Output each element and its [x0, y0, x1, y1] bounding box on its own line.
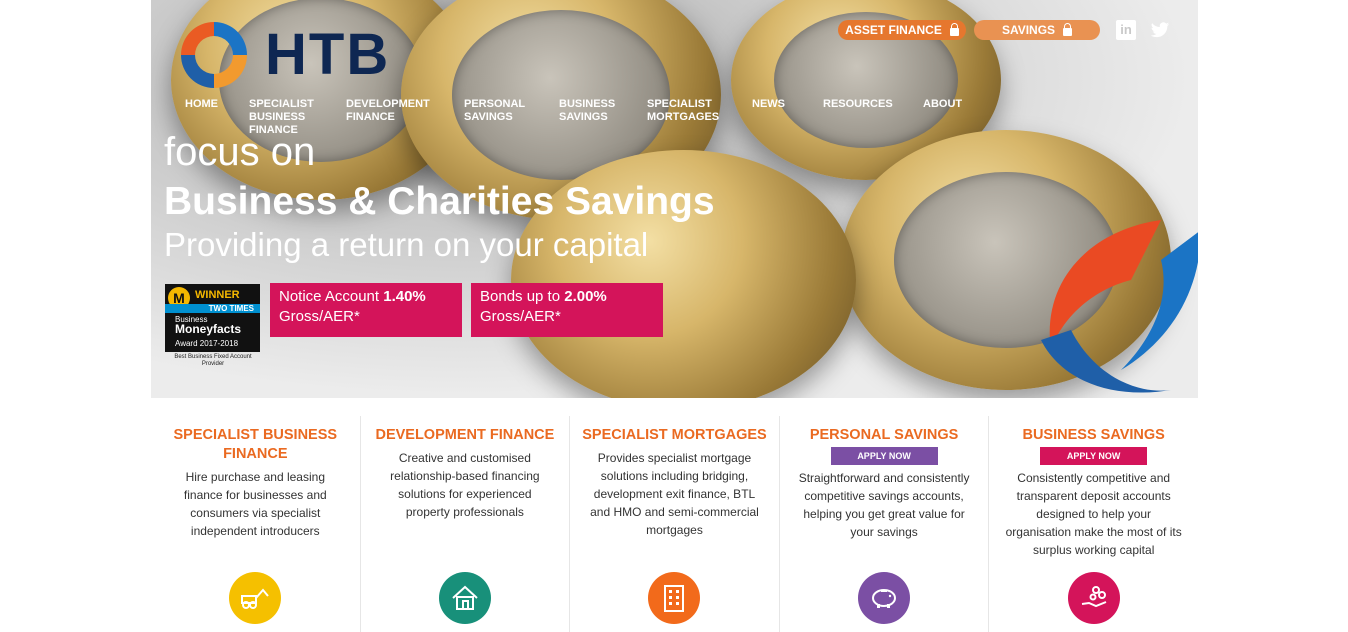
- notice-account-rate-box[interactable]: Notice Account 1.40% Gross/AER*: [270, 283, 462, 337]
- bonds-rate-box[interactable]: Bonds up to 2.00% Gross/AER*: [471, 283, 663, 337]
- column-title[interactable]: SPECIALIST BUSINESS FINANCE: [151, 426, 360, 464]
- nav-home[interactable]: HOME: [185, 98, 218, 111]
- linkedin-icon[interactable]: in: [1116, 20, 1136, 40]
- apply-now-button[interactable]: APPLY NOW: [1040, 447, 1148, 465]
- nav-news[interactable]: NEWS: [752, 98, 785, 111]
- rate-value: 1.40%: [383, 288, 426, 305]
- column-description: Creative and customised relationship-bas…: [390, 451, 540, 519]
- column-development-finance[interactable]: DEVELOPMENT FINANCE Creative and customi…: [361, 416, 571, 632]
- column-description: Provides specialist mortgage solutions i…: [590, 451, 759, 537]
- rate-label: Bonds up to: [480, 288, 561, 305]
- lock-icon: [949, 22, 959, 36]
- savings-login-button[interactable]: SAVINGS: [974, 20, 1100, 40]
- asset-finance-label: ASSET FINANCE: [845, 23, 942, 37]
- nav-specialist-mortgages[interactable]: SPECIALIST MORTGAGES: [647, 98, 719, 124]
- rate-label: Notice Account: [279, 288, 380, 305]
- twitter-icon[interactable]: [1150, 20, 1170, 40]
- apply-now-button[interactable]: APPLY NOW: [830, 447, 938, 465]
- savings-label: SAVINGS: [1001, 23, 1056, 37]
- coins-hand-icon[interactable]: [1067, 572, 1120, 624]
- nav-personal-savings[interactable]: PERSONAL SAVINGS: [464, 98, 525, 124]
- hero-headline: Business & Charities Savings: [164, 180, 715, 223]
- building-icon[interactable]: [648, 572, 701, 624]
- htb-logo-mark-icon: [181, 22, 247, 88]
- column-title[interactable]: SPECIALIST MORTGAGES: [570, 426, 779, 445]
- rate-value: 2.00%: [564, 288, 607, 305]
- award-caption: Best Business Fixed Account Provider: [174, 354, 252, 367]
- column-description: Hire purchase and leasing finance for bu…: [183, 470, 327, 538]
- lock-icon: [1063, 22, 1073, 36]
- hero-subheadline: Providing a return on your capital: [164, 226, 649, 263]
- column-title[interactable]: DEVELOPMENT FINANCE: [361, 426, 570, 445]
- column-description: Consistently competitive and transparent…: [1005, 471, 1182, 557]
- column-description: Straightforward and consistently competi…: [798, 471, 970, 539]
- product-columns: SPECIALIST BUSINESS FINANCE Hire purchas…: [151, 416, 1198, 632]
- moneyfacts-award-badge: M WINNER TWO TIMES Business Moneyfacts A…: [165, 284, 261, 374]
- column-personal-savings[interactable]: PERSONAL SAVINGS APPLY NOW Straightforwa…: [780, 416, 990, 632]
- column-specialist-business-finance[interactable]: SPECIALIST BUSINESS FINANCE Hire purchas…: [151, 416, 361, 632]
- hero-line-1: focus on: [164, 130, 316, 174]
- column-specialist-mortgages[interactable]: SPECIALIST MORTGAGES Provides specialist…: [570, 416, 780, 632]
- award-winner: WINNER: [195, 289, 240, 301]
- rate-suffix: Gross/AER*: [279, 308, 360, 325]
- rate-suffix: Gross/AER*: [480, 308, 561, 325]
- htb-swirl-graphic-icon: [1041, 220, 1198, 393]
- htb-logo[interactable]: HTB: [177, 18, 390, 92]
- nav-business-savings[interactable]: BUSINESS SAVINGS: [559, 98, 615, 124]
- column-title[interactable]: PERSONAL SAVINGS: [780, 426, 989, 445]
- logo-text: HTB: [265, 22, 391, 87]
- award-moneyfacts: Moneyfacts: [175, 322, 242, 336]
- house-icon[interactable]: [438, 572, 491, 624]
- piggy-bank-icon[interactable]: [858, 572, 911, 624]
- digger-icon[interactable]: [229, 572, 282, 624]
- award-two-times: TWO TIMES: [165, 304, 260, 313]
- column-title[interactable]: BUSINESS SAVINGS: [989, 426, 1198, 445]
- nav-about[interactable]: ABOUT: [923, 98, 962, 111]
- nav-development-finance[interactable]: DEVELOPMENT FINANCE: [346, 98, 430, 124]
- hero-banner: HTB ASSET FINANCE SAVINGS in HOME SPECIA…: [151, 0, 1198, 398]
- asset-finance-button[interactable]: ASSET FINANCE: [838, 20, 966, 40]
- award-years: Award 2017-2018: [175, 339, 239, 348]
- nav-resources[interactable]: RESOURCES: [823, 98, 893, 111]
- column-business-savings[interactable]: BUSINESS SAVINGS APPLY NOW Consistently …: [989, 416, 1198, 632]
